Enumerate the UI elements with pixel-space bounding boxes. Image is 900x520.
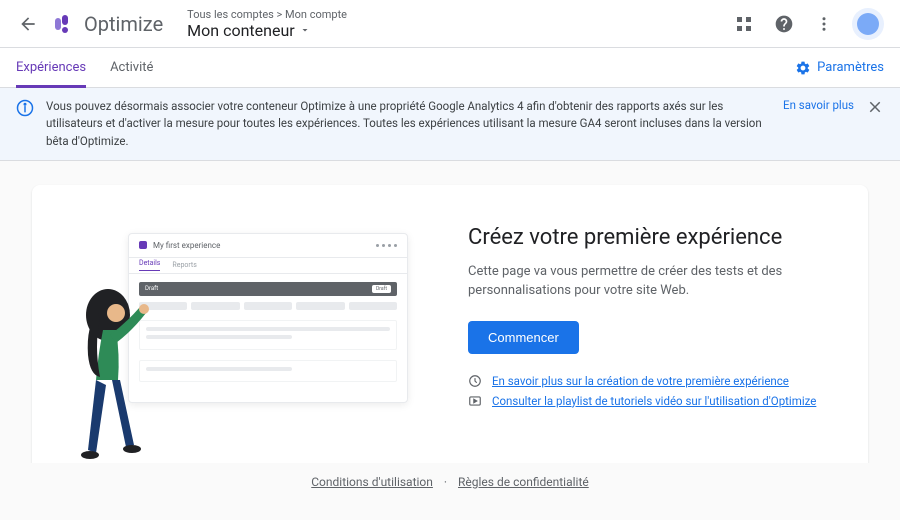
tab-experiences[interactable]: Expériences — [16, 48, 86, 87]
hero-title: Créez votre première expérience — [468, 225, 832, 250]
gear-icon — [795, 60, 811, 76]
banner-learn-more-link[interactable]: En savoir plus — [783, 98, 854, 112]
help-icon[interactable] — [772, 12, 796, 36]
chevron-down-icon — [299, 24, 311, 36]
hero-illustration: My first experience Details Reports Draf… — [68, 225, 428, 445]
footer-privacy-link[interactable]: Règles de confidentialité — [458, 475, 589, 489]
tabs: Expériences Activité — [16, 48, 795, 87]
info-banner: Vous pouvez désormais associer votre con… — [0, 88, 900, 161]
user-avatar[interactable] — [852, 8, 884, 40]
app-header: Optimize Tous les comptes > Mon compte M… — [0, 0, 900, 48]
hero-link-2[interactable]: Consulter la playlist de tutoriels vidéo… — [492, 394, 816, 408]
hero-description: Cette page va vous permettre de créer de… — [468, 262, 832, 301]
hero-card: My first experience Details Reports Draf… — [32, 185, 868, 485]
more-vert-icon[interactable] — [812, 12, 836, 36]
hero-content: Créez votre première expérience Cette pa… — [468, 225, 832, 445]
banner-text: Vous pouvez désormais associer votre con… — [46, 98, 771, 150]
back-button[interactable] — [16, 12, 40, 36]
playlist-icon — [468, 394, 482, 408]
header-actions — [732, 8, 884, 40]
footer-terms-link[interactable]: Conditions d'utilisation — [311, 475, 433, 489]
hero-link-1[interactable]: En savoir plus sur la création de votre … — [492, 374, 789, 388]
product-name: Optimize — [84, 12, 163, 36]
breadcrumb-area: Tous les comptes > Mon compte Mon conten… — [187, 8, 732, 40]
launch-icon — [468, 374, 482, 388]
container-selector[interactable]: Mon conteneur — [187, 21, 732, 40]
mock-window: My first experience Details Reports Draf… — [128, 233, 408, 403]
settings-label: Paramètres — [817, 60, 884, 75]
info-icon — [16, 99, 34, 117]
person-illustration-icon — [68, 285, 158, 465]
mock-tab-reports: Reports — [172, 261, 196, 269]
optimize-logo-icon — [52, 12, 76, 36]
tab-activity[interactable]: Activité — [110, 48, 153, 87]
mock-tab-details: Details — [139, 259, 160, 271]
container-name-label: Mon conteneur — [187, 21, 295, 40]
close-icon[interactable] — [866, 98, 884, 116]
hero-link-playlist: Consulter la playlist de tutoriels vidéo… — [468, 394, 832, 408]
mock-draft-badge: Draft — [372, 285, 391, 293]
hero-link-learn-more: En savoir plus sur la création de votre … — [468, 374, 832, 388]
footer-separator: · — [444, 475, 447, 489]
apps-grid-icon[interactable] — [732, 12, 756, 36]
settings-link[interactable]: Paramètres — [795, 60, 884, 76]
start-button[interactable]: Commencer — [468, 321, 579, 354]
footer: Conditions d'utilisation · Règles de con… — [0, 463, 900, 501]
sub-navigation: Expériences Activité Paramètres — [0, 48, 900, 88]
mock-title: My first experience — [153, 241, 220, 250]
breadcrumb: Tous les comptes > Mon compte — [187, 8, 732, 21]
